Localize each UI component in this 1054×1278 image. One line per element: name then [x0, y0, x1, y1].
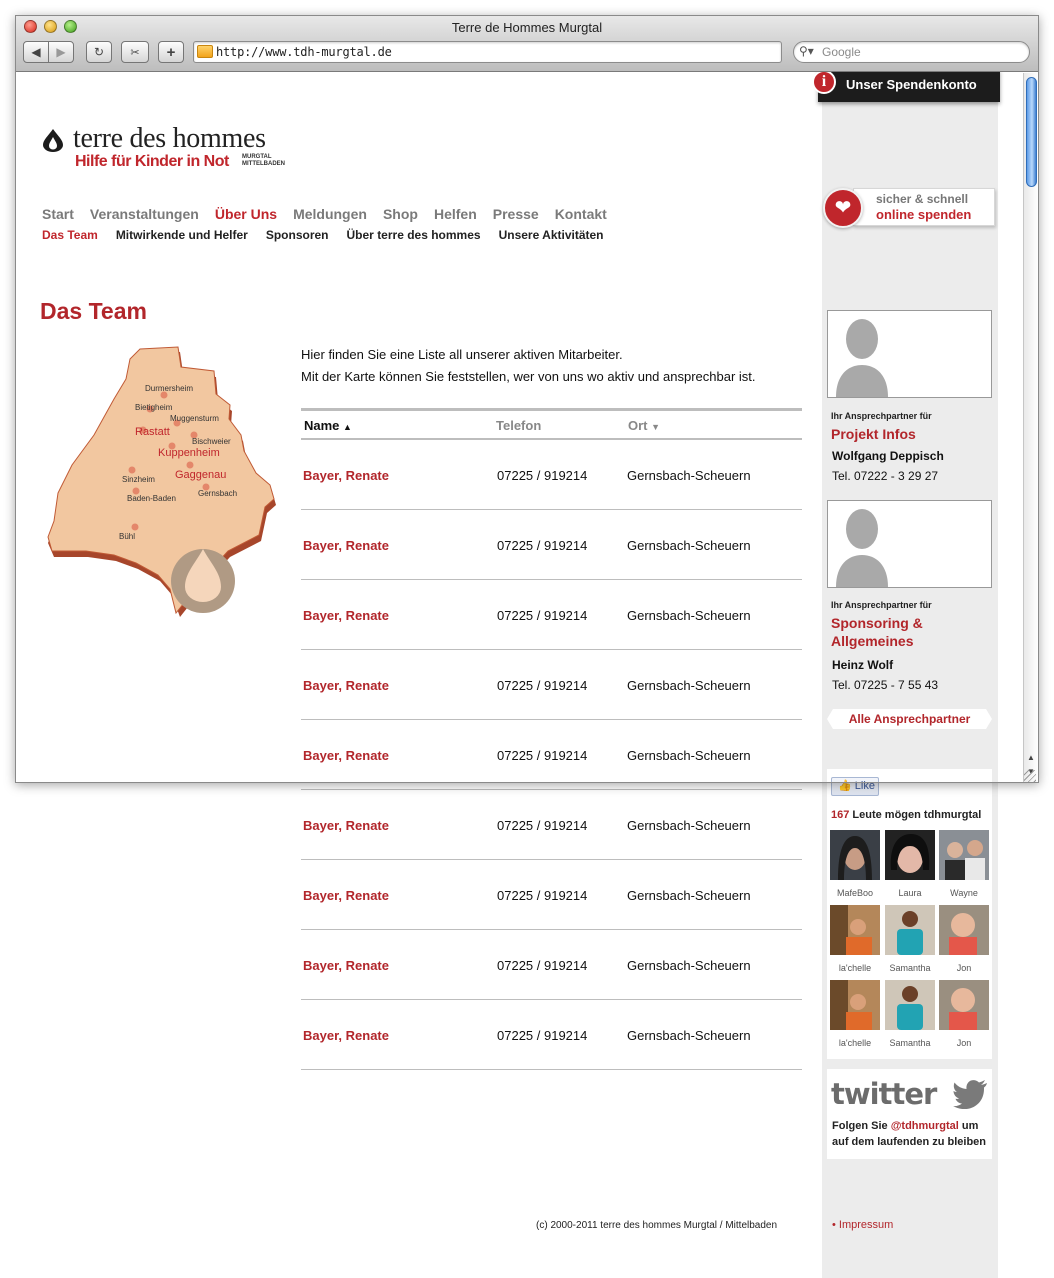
- fan-avatar[interactable]: Wayne: [939, 830, 989, 898]
- search-input[interactable]: ⚲▾ Google: [793, 41, 1030, 63]
- fan-avatar[interactable]: MafeBoo: [830, 830, 880, 898]
- reload-button[interactable]: ↻: [86, 41, 112, 63]
- fan-avatar[interactable]: la'chelle: [830, 905, 880, 973]
- member-phone: 07225 / 919214: [497, 888, 588, 903]
- fan-name: Jon: [956, 1038, 972, 1048]
- fan-avatar[interactable]: la'chelle: [830, 980, 880, 1048]
- vertical-scrollbar[interactable]: ▲ ▼: [1023, 73, 1038, 782]
- fan-photo: [939, 980, 989, 1030]
- twitter-logo[interactable]: twitter: [831, 1077, 937, 1111]
- resize-grip-icon[interactable]: [1024, 770, 1036, 782]
- twitter-bird-icon: [953, 1080, 987, 1109]
- search-placeholder: Google: [822, 45, 861, 59]
- member-ort: Gernsbach-Scheuern: [627, 1028, 751, 1043]
- scrollbar-thumb[interactable]: [1026, 77, 1037, 187]
- forward-button[interactable]: ▶: [48, 41, 74, 63]
- facebook-fan-count: 167 Leute mögen tdhmurgtal: [831, 809, 981, 821]
- fan-photo: [830, 830, 880, 880]
- window-title: Terre de Hommes Murgtal: [451, 20, 603, 35]
- facebook-count-text: Leute mögen tdhmurgtal: [849, 809, 982, 821]
- fan-name: la'chelle: [838, 1038, 872, 1048]
- address-bar[interactable]: http://www.tdh-murgtal.de: [193, 41, 782, 63]
- fan-avatar[interactable]: Jon: [939, 905, 989, 973]
- fan-avatar[interactable]: Samantha: [885, 905, 935, 973]
- fan-name: Jon: [956, 963, 972, 973]
- table-row: Bayer, Renate 07225 / 919214 Gernsbach-Sch…: [301, 860, 802, 930]
- twitter-box: twitter Folgen Sie @tdhmurgtal um auf de…: [827, 1069, 992, 1159]
- facebook-count-number: 167: [831, 809, 850, 821]
- member-name-link[interactable]: Bayer, Renate: [303, 818, 389, 833]
- member-name-link[interactable]: Bayer, Renate: [303, 1028, 389, 1043]
- fan-name: Laura: [898, 888, 922, 898]
- member-phone: 07225 / 919214: [497, 958, 588, 973]
- add-bookmark-button[interactable]: +: [158, 41, 184, 63]
- twitter-follow-text: Folgen Sie @tdhmurgtal um auf dem laufen…: [832, 1118, 992, 1150]
- browser-window: Terre de Hommes Murgtal ◀ ▶ ↻ ✂ + http:/…: [15, 15, 1039, 783]
- fan-name: MafeBoo: [836, 888, 874, 898]
- back-arrow-icon: ◀: [31, 45, 41, 59]
- twitter-text-prefix: Folgen Sie: [832, 1120, 891, 1132]
- forward-arrow-icon: ▶: [56, 45, 66, 59]
- member-name-link[interactable]: Bayer, Renate: [303, 888, 389, 903]
- member-name-link[interactable]: Bayer, Renate: [303, 958, 389, 973]
- fan-photo: [939, 905, 989, 955]
- fan-avatar[interactable]: Samantha: [885, 980, 935, 1048]
- fan-photo: [830, 905, 880, 955]
- member-phone: 07225 / 919214: [497, 1028, 588, 1043]
- fan-avatar[interactable]: Laura: [885, 830, 935, 898]
- reload-icon: ↻: [93, 45, 105, 59]
- fan-photo: [830, 980, 880, 1030]
- fan-name: la'chelle: [838, 963, 872, 973]
- fan-name: Wayne: [950, 888, 978, 898]
- fan-photo: [885, 830, 935, 880]
- fan-name: Samantha: [889, 963, 931, 973]
- table-row: Bayer, Renate 07225 / 919214 Gernsbach-Sch…: [301, 790, 802, 860]
- member-ort: Gernsbach-Scheuern: [627, 958, 751, 973]
- scroll-up-arrow-icon[interactable]: ▲: [1027, 753, 1035, 762]
- facebook-like-box: 👍 Like 167 Leute mögen tdhmurgtal MafeBo…: [827, 769, 992, 1059]
- fan-photo: [885, 980, 935, 1030]
- member-ort: Gernsbach-Scheuern: [627, 818, 751, 833]
- member-ort: Gernsbach-Scheuern: [627, 888, 751, 903]
- table-row: Bayer, Renate 07225 / 919214 Gernsbach-Sch…: [301, 930, 802, 1000]
- fan-photo: [939, 830, 989, 880]
- scissors-icon: ✂: [130, 46, 140, 59]
- search-icon: ⚲▾: [799, 44, 814, 58]
- member-phone: 07225 / 919214: [497, 818, 588, 833]
- url-text: http://www.tdh-murgtal.de: [216, 45, 392, 59]
- footer-copyright: (c) 2000-2011 terre des hommes Murgtal /…: [536, 1220, 778, 1231]
- table-row: Bayer, Renate 07225 / 919214 Gernsbach-Sch…: [301, 1000, 802, 1070]
- fan-photo: [885, 905, 935, 955]
- fan-name: Samantha: [889, 1038, 931, 1048]
- back-button[interactable]: ◀: [23, 41, 49, 63]
- twitter-handle-link[interactable]: @tdhmurgtal: [891, 1120, 959, 1132]
- snippet-button[interactable]: ✂: [121, 41, 149, 63]
- plus-icon: +: [166, 43, 176, 61]
- impressum-link[interactable]: • Impressum: [832, 1219, 893, 1231]
- site-folder-icon: [197, 45, 213, 58]
- browser-toolbar: Terre de Hommes Murgtal ◀ ▶ ↻ ✂ + http:/…: [16, 16, 1038, 72]
- fan-avatar[interactable]: Jon: [939, 980, 989, 1048]
